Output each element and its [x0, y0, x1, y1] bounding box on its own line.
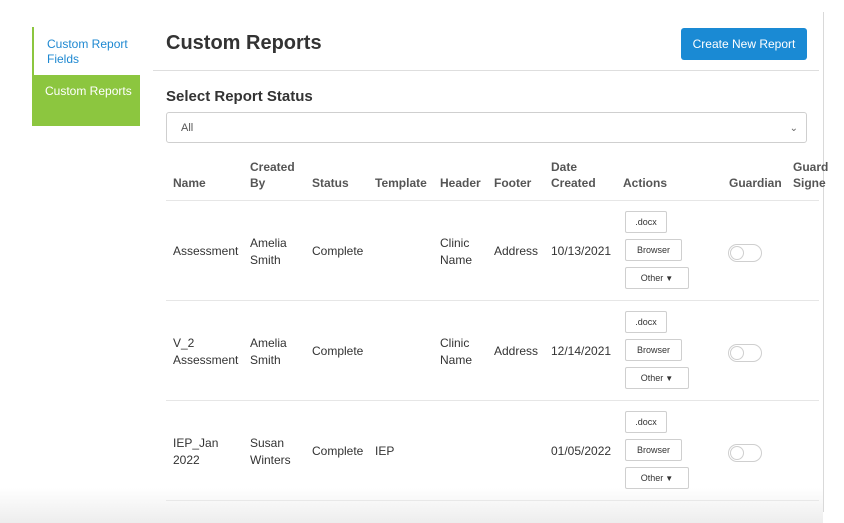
open-in-browser-button[interactable]: Browser [625, 439, 682, 461]
chevron-down-icon: ⌄ [789, 123, 798, 134]
cell-line: Amelia [250, 336, 287, 350]
cell-line: Smith [250, 253, 281, 267]
column-header-line: By [250, 176, 266, 190]
column-header-name[interactable]: Name [173, 175, 206, 191]
cell-template: IEP [375, 444, 395, 458]
other-actions-label: Other [640, 373, 664, 383]
column-header-guardian[interactable]: Guardian [729, 175, 782, 191]
guardian-toggle[interactable] [728, 244, 762, 262]
column-header-created-by[interactable]: Created By [250, 159, 295, 191]
sidebar-item-label: Custom Reports [45, 84, 132, 98]
report-status-heading: Select Report Status [166, 88, 313, 105]
cell-name[interactable]: IEP_Jan 2022 [173, 435, 218, 469]
cell-line: 2022 [173, 453, 200, 467]
column-header-status[interactable]: Status [312, 175, 349, 191]
cell-line: Name [440, 253, 473, 267]
cell-line: Name [440, 353, 473, 367]
other-actions-dropdown[interactable]: Other ▼ [625, 367, 689, 389]
column-header-line: Date [551, 160, 578, 174]
cell-created-by: Amelia Smith [250, 335, 287, 369]
sidebar: Custom Report Fields Custom Reports [32, 27, 140, 126]
cell-line: Smith [250, 353, 281, 367]
row-divider [166, 300, 819, 301]
guardian-toggle[interactable] [728, 444, 762, 462]
toggle-knob [730, 346, 744, 360]
column-header-guardian-signed[interactable]: Guard Signe [793, 159, 828, 191]
cell-line: Winters [250, 453, 291, 467]
row-divider [166, 400, 819, 401]
bottom-shadow [0, 488, 823, 523]
cell-status: Complete [312, 344, 364, 358]
other-actions-label: Other [640, 273, 664, 283]
column-header-template[interactable]: Template [375, 175, 427, 191]
column-header-line: Created [250, 160, 295, 174]
other-actions-dropdown[interactable]: Other ▼ [625, 467, 689, 489]
cell-status: Complete [312, 444, 364, 458]
report-status-value: All [181, 122, 194, 134]
cell-footer: Address [494, 244, 539, 258]
other-actions-dropdown[interactable]: Other ▼ [625, 267, 689, 289]
toggle-knob [730, 246, 744, 260]
cell-header: Clinic Name [440, 235, 472, 269]
sidebar-item-custom-report-fields[interactable]: Custom Report Fields [32, 27, 140, 75]
column-header-header[interactable]: Header [440, 175, 481, 191]
cell-name[interactable]: Assessment [173, 243, 238, 260]
chevron-down-icon: ▼ [665, 374, 674, 383]
open-in-browser-button[interactable]: Browser [625, 239, 682, 261]
content-divider [823, 12, 824, 512]
download-docx-button[interactable]: .docx [625, 311, 667, 333]
sidebar-item-custom-reports[interactable]: Custom Reports [32, 75, 140, 126]
cell-date-created: 12/14/2021 [551, 344, 612, 358]
report-status-select[interactable]: All ⌄ [166, 112, 807, 143]
cell-created-by: Susan Winters [250, 435, 291, 469]
cell-line: V_2 [173, 336, 195, 350]
cell-line: Susan [250, 436, 285, 450]
toggle-knob [730, 446, 744, 460]
cell-date-created: 01/05/2022 [551, 444, 612, 458]
column-header-actions: Actions [623, 176, 668, 190]
title-divider [153, 70, 819, 71]
cell-name[interactable]: V_2 Assessment [173, 335, 238, 369]
cell-line: Assessment [173, 353, 239, 367]
sidebar-item-label: Custom Report Fields [47, 37, 128, 66]
cell-line: Clinic [440, 336, 470, 350]
row-divider [166, 200, 819, 201]
column-header-line: Signe [793, 176, 826, 190]
chevron-down-icon: ▼ [665, 474, 674, 483]
cell-date-created: 10/13/2021 [551, 244, 612, 258]
cell-line: IEP_Jan [173, 436, 219, 450]
column-header-date-created[interactable]: Date Created [551, 159, 596, 191]
column-header-line: Created [551, 176, 596, 190]
cell-created-by: Amelia Smith [250, 235, 287, 269]
cell-footer: Address [494, 344, 539, 358]
cell-header: Clinic Name [440, 335, 472, 369]
column-header-footer[interactable]: Footer [494, 175, 531, 191]
page-title: Custom Reports [166, 32, 322, 54]
download-docx-button[interactable]: .docx [625, 411, 667, 433]
other-actions-label: Other [640, 473, 664, 483]
cell-line: Amelia [250, 236, 287, 250]
download-docx-button[interactable]: .docx [625, 211, 667, 233]
open-in-browser-button[interactable]: Browser [625, 339, 682, 361]
cell-line: Clinic [440, 236, 470, 250]
create-new-report-button[interactable]: Create New Report [681, 28, 807, 60]
column-header-line: Guard [793, 160, 829, 174]
cell-status: Complete [312, 244, 364, 258]
guardian-toggle[interactable] [728, 344, 762, 362]
chevron-down-icon: ▼ [665, 274, 674, 283]
